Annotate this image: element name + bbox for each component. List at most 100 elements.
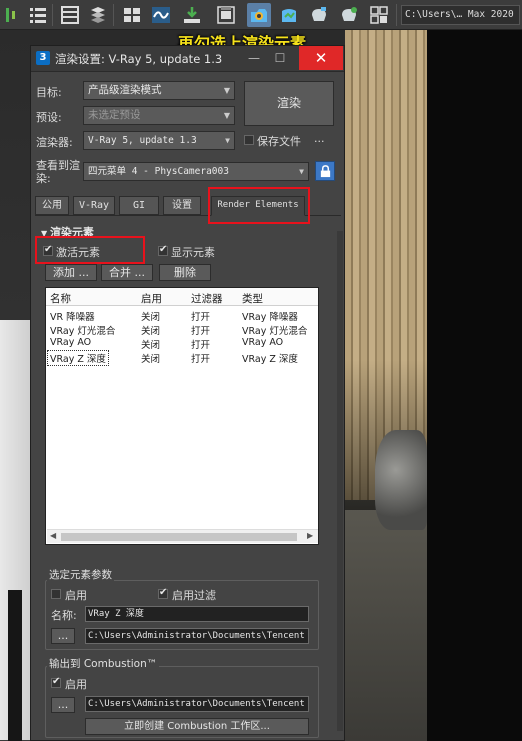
list-row[interactable]: VRay 灯光混合 关闭 打开 VRay 灯光混合 xyxy=(46,323,318,337)
row-filter: 打开 xyxy=(191,312,211,323)
main-toolbar: C:\Users\… Max 2020 xyxy=(0,0,522,30)
render-production-icon[interactable] xyxy=(307,3,331,27)
scrollbar-thumb[interactable] xyxy=(61,533,297,541)
chevron-down-icon: ▼ xyxy=(223,111,230,120)
combustion-enable-checkbox[interactable] xyxy=(51,676,61,688)
enable-filter-checkbox[interactable] xyxy=(158,587,168,599)
minimize-button[interactable]: — xyxy=(241,48,267,68)
curve-editor-icon[interactable] xyxy=(149,3,173,27)
preset-dropdown[interactable]: 未选定预设 ▼ xyxy=(83,106,235,125)
row-type: VRay 降噪器 xyxy=(242,312,298,323)
scene-object-left xyxy=(8,590,22,741)
save-file-checkbox[interactable] xyxy=(244,135,254,145)
scene-rock xyxy=(375,430,427,530)
render-grid-icon[interactable] xyxy=(367,3,391,27)
preset-value: 未选定预设 xyxy=(88,109,141,121)
3dsmax-app-icon: 3 xyxy=(36,51,50,65)
scroll-left-icon[interactable]: ◀ xyxy=(50,531,56,540)
row-name: VRay Z 深度 xyxy=(47,350,109,366)
create-combustion-workspace-button[interactable]: 立即创建 Combustion 工作区... xyxy=(85,718,309,735)
chevron-down-icon: ▼ xyxy=(223,86,230,95)
list-row[interactable]: VR 降噪器 关闭 打开 VRay 降噪器 xyxy=(46,309,318,323)
col-filter-header[interactable]: 过滤器 xyxy=(191,291,223,306)
target-value: 产品级渲染模式 xyxy=(88,84,162,96)
col-enable-header[interactable]: 启用 xyxy=(141,291,162,306)
list-row[interactable]: VRay AO 关闭 打开 VRay AO xyxy=(46,337,318,351)
view-dropdown[interactable]: 四元菜单 4 - PhysCamera003 ▼ xyxy=(83,162,309,181)
layer-list-icon[interactable] xyxy=(26,3,50,27)
tab-gi[interactable]: GI xyxy=(119,196,159,215)
view-label-2: 染: xyxy=(36,172,51,185)
lock-icon xyxy=(320,164,330,177)
delete-element-button[interactable]: 删除 xyxy=(159,264,211,281)
row-type: VRay 灯光混合 xyxy=(242,326,308,337)
tab-settings[interactable]: 设置 xyxy=(163,196,201,215)
renderer-label: 渲染器: xyxy=(36,136,73,149)
scroll-right-icon[interactable]: ▶ xyxy=(307,531,313,540)
combustion-group-title: 输出到 Combustion™ xyxy=(47,656,160,671)
highlight-render-elements-tab xyxy=(208,187,310,224)
renderer-dropdown[interactable]: V-Ray 5, update 1.3 ▼ xyxy=(83,131,235,150)
render-button[interactable]: 渲染 xyxy=(244,81,334,126)
render-setup-icon[interactable] xyxy=(247,3,271,27)
row-name: VRay AO xyxy=(50,337,92,348)
save-file-label: 保存文件 xyxy=(257,135,301,148)
file-path-display: C:\Users\… Max 2020 xyxy=(401,5,520,25)
row-filter: 打开 xyxy=(191,326,211,337)
scene-explorer-icon[interactable] xyxy=(58,3,82,27)
preset-label: 预设: xyxy=(36,111,62,124)
combustion-browse-button[interactable]: ... xyxy=(51,697,75,713)
dialog-title: 渲染设置: V-Ray 5, update 1.3 xyxy=(55,52,223,66)
highlight-activate-elements xyxy=(35,236,145,264)
maximize-button[interactable]: ☐ xyxy=(267,48,293,68)
name-label: 名称: xyxy=(51,609,77,622)
dialog-titlebar[interactable]: 3 渲染设置: V-Ray 5, update 1.3 — ☐ ✕ xyxy=(31,46,344,72)
browse-path-button[interactable]: ... xyxy=(51,628,75,644)
display-elements-label: 显示元素 xyxy=(171,246,215,259)
row-enable: 关闭 xyxy=(141,312,161,323)
row-name: VRay 灯光混合 xyxy=(50,326,116,337)
render-setup-dialog: 3 渲染设置: V-Ray 5, update 1.3 — ☐ ✕ 目标: 产品… xyxy=(30,45,345,741)
target-dropdown[interactable]: 产品级渲染模式 ▼ xyxy=(83,81,235,100)
renderer-value: V-Ray 5, update 1.3 xyxy=(88,135,197,146)
dialog-vertical-scrollbar[interactable] xyxy=(337,231,343,731)
close-button[interactable]: ✕ xyxy=(299,46,343,70)
element-path-field[interactable]: C:\Users\Administrator\Documents\Tencent xyxy=(85,628,309,644)
viewport-left xyxy=(0,30,30,741)
element-name-field[interactable]: VRay Z 深度 xyxy=(85,606,309,622)
snap-toggle-icon[interactable] xyxy=(2,3,26,27)
save-file-browse-button[interactable]: ... xyxy=(314,132,325,145)
chevron-down-icon: ▼ xyxy=(225,136,230,145)
list-horizontal-scrollbar[interactable]: ◀ ▶ xyxy=(47,529,318,543)
combustion-path-field[interactable]: C:\Users\Administrator\Documents\Tencent xyxy=(85,696,309,712)
merge-element-button[interactable]: 合并 ... xyxy=(101,264,153,281)
list-row-selected[interactable]: VRay Z 深度 关闭 打开 VRay Z 深度 xyxy=(46,350,318,366)
target-label: 目标: xyxy=(36,86,62,99)
row-name: VR 降噪器 xyxy=(50,312,95,323)
col-name-header[interactable]: 名称 xyxy=(50,291,71,306)
rendered-frame-window-icon[interactable] xyxy=(277,3,301,27)
row-filter: 打开 xyxy=(191,354,211,365)
scene-dark-area xyxy=(427,30,522,741)
material-editor-icon[interactable] xyxy=(214,3,238,27)
list-header: 名称 启用 过滤器 类型 xyxy=(46,288,318,306)
tab-vray[interactable]: V-Ray xyxy=(73,196,115,215)
tab-common[interactable]: 公用 xyxy=(35,196,69,215)
layer-explorer-icon[interactable] xyxy=(86,3,110,27)
enable-filter-label: 启用过滤 xyxy=(172,589,216,602)
row-enable: 关闭 xyxy=(141,354,161,365)
render-elements-list[interactable]: 名称 启用 过滤器 类型 VR 降噪器 关闭 打开 VRay 降噪器 VRay … xyxy=(45,287,319,545)
enable-checkbox[interactable] xyxy=(51,589,61,599)
render-iterative-icon[interactable] xyxy=(337,3,361,27)
scene-floor xyxy=(345,500,427,741)
add-element-button[interactable]: 添加 ... xyxy=(45,264,97,281)
toggle-ribbon-icon[interactable] xyxy=(120,3,144,27)
display-elements-checkbox[interactable] xyxy=(158,244,168,256)
schematic-view-icon[interactable] xyxy=(180,3,204,27)
chevron-down-icon: ▼ xyxy=(299,167,304,176)
row-enable: 关闭 xyxy=(141,326,161,337)
view-value: 四元菜单 4 - PhysCamera003 xyxy=(88,166,229,177)
lock-view-button[interactable] xyxy=(315,161,335,181)
col-type-header[interactable]: 类型 xyxy=(242,291,263,306)
row-enable: 关闭 xyxy=(141,340,161,351)
